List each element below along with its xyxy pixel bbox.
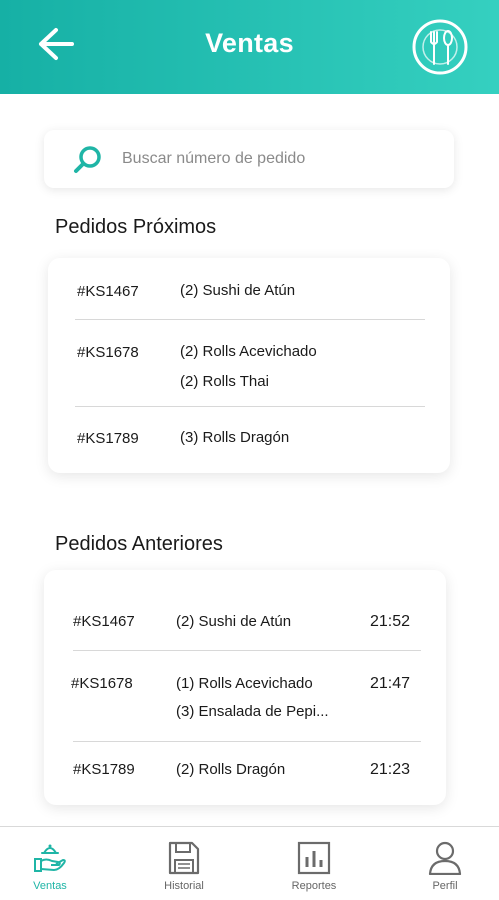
list-item[interactable]: #KS1789 (2) Rolls Dragón 21:23 bbox=[44, 742, 446, 805]
order-id: #KS1678 bbox=[77, 344, 139, 361]
order-item: (3) Ensalada de Pepi... bbox=[176, 703, 329, 720]
list-item[interactable]: #KS1789 (3) Rolls Dragón bbox=[48, 407, 450, 473]
order-time: 21:52 bbox=[370, 613, 411, 630]
upcoming-orders-title: Pedidos Próximos bbox=[55, 216, 217, 238]
nav-label: Historial bbox=[164, 880, 204, 892]
search-input[interactable] bbox=[122, 144, 432, 174]
order-time: 21:47 bbox=[370, 675, 411, 692]
order-item: (1) Rolls Acevichado bbox=[176, 675, 313, 692]
order-item: (3) Rolls Dragón bbox=[180, 429, 290, 446]
search-icon bbox=[74, 146, 101, 173]
order-id: #KS1789 bbox=[77, 430, 139, 447]
order-item: (2) Rolls Thai bbox=[180, 373, 269, 390]
past-orders-title: Pedidos Anteriores bbox=[55, 533, 223, 555]
past-orders-card: #KS1467 (2) Sushi de Atún 21:52 #KS1678 … bbox=[44, 570, 446, 805]
hand-serving-icon bbox=[34, 844, 66, 872]
list-item[interactable]: #KS1678 (2) Rolls Acevichado (2) Rolls T… bbox=[48, 320, 450, 406]
order-id: #KS1678 bbox=[71, 675, 133, 692]
fork-spoon-plate-icon bbox=[412, 19, 468, 75]
nav-label: Reportes bbox=[291, 880, 337, 892]
upcoming-orders-card: #KS1467 (2) Sushi de Atún #KS1678 (2) Ro… bbox=[48, 258, 450, 473]
nav-item-historial[interactable]: Historial bbox=[139, 827, 229, 900]
nav-item-perfil[interactable]: Perfil bbox=[400, 827, 490, 900]
order-id: #KS1467 bbox=[73, 613, 135, 630]
nav-item-ventas[interactable]: Ventas bbox=[5, 827, 95, 900]
floppy-disk-icon bbox=[168, 841, 200, 875]
bar-chart-icon bbox=[297, 841, 331, 875]
nav-item-reportes[interactable]: Reportes bbox=[269, 827, 359, 900]
order-id: #KS1467 bbox=[77, 283, 139, 300]
order-id: #KS1789 bbox=[73, 761, 135, 778]
order-item: (2) Sushi de Atún bbox=[176, 613, 292, 630]
order-item: (2) Rolls Dragón bbox=[176, 761, 286, 778]
bottom-navigation: Ventas Historial Reportes Perfil bbox=[0, 826, 499, 900]
list-item[interactable]: #KS1467 (2) Sushi de Atún 21:52 bbox=[44, 570, 446, 650]
app-header: Ventas bbox=[0, 0, 499, 94]
list-item[interactable]: #KS1467 (2) Sushi de Atún bbox=[48, 258, 450, 320]
nav-label: Ventas bbox=[33, 880, 67, 892]
order-item: (2) Rolls Acevichado bbox=[180, 343, 317, 360]
list-item[interactable]: #KS1678 (1) Rolls Acevichado (3) Ensalad… bbox=[44, 651, 446, 741]
order-item: (2) Sushi de Atún bbox=[180, 282, 296, 299]
nav-label: Perfil bbox=[432, 880, 458, 892]
order-time: 21:23 bbox=[370, 761, 411, 778]
search-bar[interactable] bbox=[44, 130, 454, 188]
restaurant-logo[interactable] bbox=[411, 18, 469, 76]
user-icon bbox=[428, 841, 462, 875]
